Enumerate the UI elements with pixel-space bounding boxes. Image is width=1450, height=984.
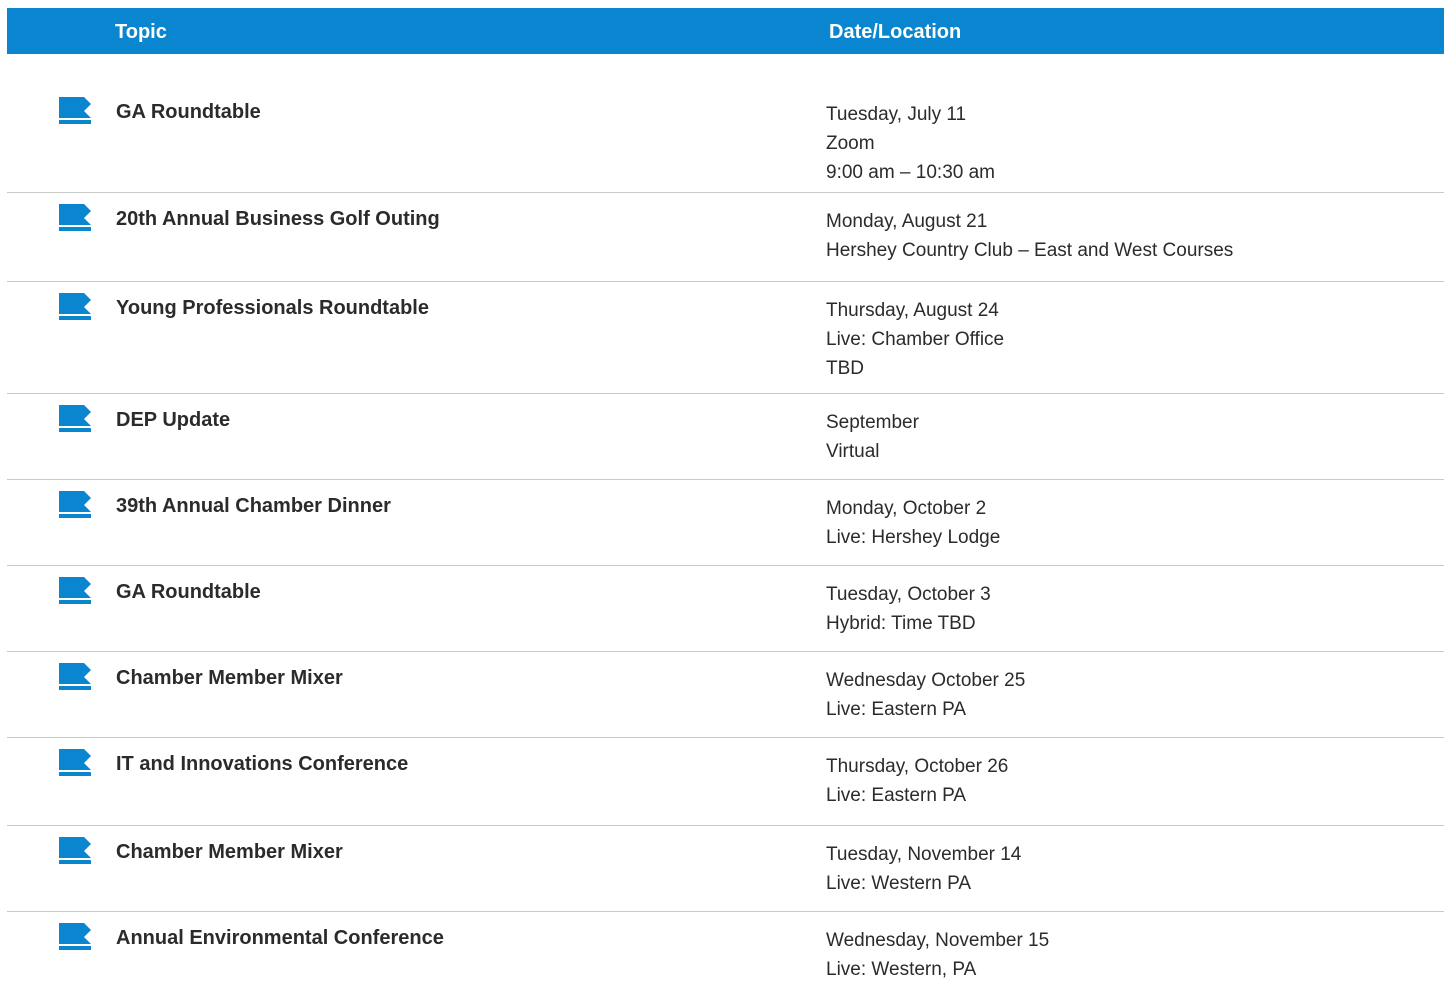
column-header-topic: Topic	[115, 21, 167, 43]
event-detail-line: Tuesday, July 11	[826, 104, 967, 125]
folder-icon[interactable]	[57, 922, 91, 956]
event-topic-link[interactable]: Young Professionals Roundtable	[116, 296, 429, 320]
event-row: Annual Environmental Conference Wednesday…	[7, 912, 1444, 982]
event-topic-link[interactable]: Annual Environmental Conference	[116, 926, 444, 950]
folder-icon[interactable]	[57, 836, 91, 870]
event-date-location: Tuesday, October 3 Hybrid: Time TBD	[826, 580, 991, 638]
event-topic-link[interactable]: DEP Update	[116, 408, 230, 432]
event-date-location: September Virtual	[826, 408, 919, 466]
event-date-location: Tuesday, November 14 Live: Western PA	[826, 840, 1021, 898]
event-detail-line: Thursday, August 24	[826, 300, 999, 321]
event-detail-line: Monday, August 21	[826, 211, 988, 232]
event-detail-line: 9:00 am – 10:30 am	[826, 162, 995, 183]
event-row: Chamber Member Mixer Wednesday October 25…	[7, 652, 1444, 738]
event-detail-line: Live: Hershey Lodge	[826, 527, 1001, 548]
event-detail-line: Hershey Country Club – East and West Cou…	[826, 240, 1234, 261]
event-row: Young Professionals Roundtable Thursday, …	[7, 282, 1444, 394]
event-detail-line: September	[826, 412, 919, 433]
folder-icon[interactable]	[57, 748, 91, 782]
event-detail-line: Live: Western PA	[826, 873, 972, 894]
events-list: GA Roundtable Tuesday, July 11 Zoom 9:00 am…	[7, 86, 1444, 982]
event-detail-line: Zoom	[826, 133, 875, 154]
events-table: Topic Date/Location GA Roundtable Tuesday…	[7, 8, 1444, 982]
folder-icon[interactable]	[57, 490, 91, 524]
event-detail-line: Wednesday October 25	[826, 670, 1026, 691]
event-topic-link[interactable]: IT and Innovations Conference	[116, 752, 408, 776]
folder-icon[interactable]	[57, 203, 91, 237]
event-row: 39th Annual Chamber Dinner Monday, Octobe…	[7, 480, 1444, 566]
folder-icon[interactable]	[57, 96, 91, 130]
event-detail-line: Live: Eastern PA	[826, 699, 967, 720]
folder-icon[interactable]	[57, 404, 91, 438]
event-detail-line: Virtual	[826, 441, 880, 462]
folder-icon[interactable]	[57, 662, 91, 696]
event-detail-line: Tuesday, November 14	[826, 844, 1022, 865]
folder-icon[interactable]	[57, 292, 91, 326]
event-row: DEP Update September Virtual	[7, 394, 1444, 480]
event-detail-line: Hybrid: Time TBD	[826, 613, 976, 634]
event-topic-link[interactable]: GA Roundtable	[116, 580, 261, 604]
event-date-location: Thursday, August 24 Live: Chamber Office T…	[826, 296, 1004, 383]
folder-icon[interactable]	[57, 576, 91, 610]
event-row: Chamber Member Mixer Tuesday, November 14…	[7, 826, 1444, 912]
event-date-location: Tuesday, July 11 Zoom 9:00 am – 10:30 am	[826, 100, 995, 187]
event-row: GA Roundtable Tuesday, October 3 Hybrid: T…	[7, 566, 1444, 652]
event-detail-line: Live: Eastern PA	[826, 785, 967, 806]
event-detail-line: TBD	[826, 358, 864, 379]
event-detail-line: Thursday, October 26	[826, 756, 1009, 777]
event-date-location: Monday, August 21 Hershey Country Club – …	[826, 207, 1233, 265]
event-topic-link[interactable]: GA Roundtable	[116, 100, 261, 124]
event-row: GA Roundtable Tuesday, July 11 Zoom 9:00 am…	[7, 86, 1444, 193]
event-date-location: Wednesday, November 15 Live: Western, PA	[826, 926, 1049, 984]
event-topic-link[interactable]: 20th Annual Business Golf Outing	[116, 207, 440, 231]
event-date-location: Thursday, October 26 Live: Eastern PA	[826, 752, 1008, 810]
column-header-date-location: Date/Location	[829, 21, 962, 43]
table-header: Topic Date/Location	[7, 8, 1444, 54]
event-detail-line: Monday, October 2	[826, 498, 987, 519]
event-topic-link[interactable]: 39th Annual Chamber Dinner	[116, 494, 391, 518]
event-detail-line: Wednesday, November 15	[826, 930, 1050, 951]
event-topic-link[interactable]: Chamber Member Mixer	[116, 666, 343, 690]
event-topic-link[interactable]: Chamber Member Mixer	[116, 840, 343, 864]
event-row: IT and Innovations Conference Thursday, O…	[7, 738, 1444, 826]
event-row: 20th Annual Business Golf Outing Monday, …	[7, 193, 1444, 282]
event-detail-line: Live: Chamber Office	[826, 329, 1005, 350]
event-date-location: Wednesday October 25 Live: Eastern PA	[826, 666, 1025, 724]
event-date-location: Monday, October 2 Live: Hershey Lodge	[826, 494, 1000, 552]
event-detail-line: Tuesday, October 3	[826, 584, 991, 605]
event-detail-line: Live: Western, PA	[826, 959, 977, 980]
